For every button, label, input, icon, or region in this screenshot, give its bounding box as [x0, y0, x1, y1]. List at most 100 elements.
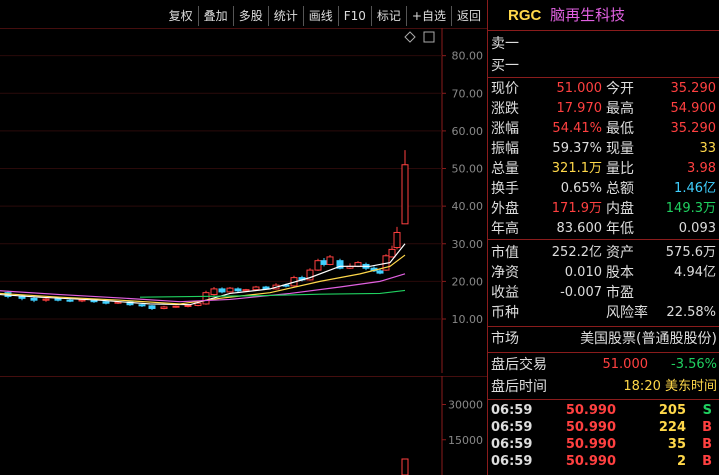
candle	[202, 292, 210, 305]
tick-price: 50.990	[565, 420, 616, 435]
metric-value	[658, 283, 718, 303]
metric-value: 575.6万	[665, 245, 716, 260]
toolbar-button[interactable]: 标记	[370, 6, 406, 26]
tick-volume: 2	[676, 454, 686, 469]
metric-value: 22.58%	[666, 305, 716, 320]
quote-row: 总量 321.1万 量比 3.98	[488, 159, 719, 179]
after-hours-trade-label: 盘后交易	[491, 357, 547, 373]
fundamentals-row: 净资 0.010 股本 4.94亿	[488, 263, 719, 283]
quote-label: 换手	[491, 181, 519, 197]
after-hours-trade-row: 盘后交易 51.000 -3.56%	[488, 354, 719, 376]
metric-label: 市值	[491, 245, 519, 261]
quote-value: 149.3万	[665, 201, 716, 216]
quote-value: 33	[699, 141, 716, 156]
quote-value: 59.37%	[552, 141, 602, 156]
metric-value: 252.2亿	[551, 245, 602, 260]
toolbar-button[interactable]: 统计	[267, 6, 303, 26]
quote-label: 现量	[606, 141, 634, 157]
toolbar-button[interactable]: F10	[337, 6, 371, 26]
orderbook-sell1: 卖一	[491, 36, 519, 52]
tick-row: 06:59 50.990 224 B	[488, 419, 719, 436]
tick-time: 06:59	[491, 420, 533, 435]
tick-row: 06:59 50.990 205 S	[488, 402, 719, 419]
metric-label: 资产	[606, 245, 634, 261]
price-axis-label: 40.00	[452, 200, 484, 213]
price-axis-label: 50.00	[452, 163, 484, 176]
quote-label: 总额	[606, 181, 634, 197]
metric-value: 0.010	[564, 265, 602, 280]
quote-value: 54.900	[670, 101, 717, 116]
chart-toolbar: 复权 叠加 多股 统计 画线 F10 标记 +自选 返回	[0, 6, 486, 26]
tick-side: B	[702, 437, 712, 452]
toolbar-button[interactable]: +自选	[405, 6, 451, 26]
chart-area[interactable]: 80.00 70.00 60.00 50.00 40.00 30.00 20.00 10.00…	[0, 28, 487, 475]
tick-price: 50.990	[565, 454, 616, 469]
price-axis-label: 80.00	[452, 50, 484, 63]
candle	[226, 287, 234, 293]
price-axis-label: 70.00	[452, 87, 484, 100]
quote-value: 35.290	[670, 81, 717, 96]
quote-row: 涨幅 54.41% 最低 35.290	[488, 119, 719, 139]
quote-label: 年低	[606, 221, 634, 237]
candle	[393, 231, 401, 249]
stock-code: RGC	[508, 7, 542, 24]
toolbar-button[interactable]: 叠加	[197, 6, 233, 26]
metric-label: 币种	[491, 305, 519, 321]
quote-row: 涨跌 17.970 最高 54.900	[488, 99, 719, 119]
quote-row: 换手 0.65% 总额 1.46亿	[488, 179, 719, 199]
metric-label: 市盈	[606, 285, 634, 301]
candle	[138, 304, 146, 307]
metric-value	[540, 303, 602, 323]
toolbar-button[interactable]: 多股	[232, 6, 268, 26]
quote-label: 年高	[491, 221, 519, 237]
ma60-line	[139, 289, 406, 298]
tick-list[interactable]: 06:59 50.990 205 S 06:59 50.990 224 B 06:59 50.99…	[488, 400, 719, 470]
toolbar-button[interactable]: 返回	[450, 6, 486, 26]
quote-label: 今开	[606, 81, 634, 97]
after-hours-time-label: 盘后时间	[491, 379, 547, 395]
quote-label: 振幅	[491, 141, 519, 157]
tick-time: 06:59	[491, 437, 533, 452]
quote-value: 171.9万	[551, 201, 602, 216]
volume-chart[interactable]: 30000 15000	[0, 376, 487, 475]
candle	[234, 288, 242, 292]
quote-label: 最高	[606, 101, 634, 117]
market-row: 市场 美国股票(普通股股份)	[488, 327, 719, 352]
volume-axis-label: 30000	[448, 399, 483, 412]
tick-price: 50.990	[565, 403, 616, 418]
toolbar-button[interactable]: 画线	[302, 6, 338, 26]
quote-label: 总量	[491, 161, 519, 177]
quote-value: 3.98	[687, 161, 716, 176]
quote-value: 1.46亿	[674, 181, 716, 196]
quote-value: 51.000	[556, 81, 603, 96]
fundamentals-row: 收益 -0.007 市盈	[488, 283, 719, 303]
price-axis-label: 10.00	[452, 313, 484, 326]
candle	[42, 298, 50, 301]
market-value: 美国股票(普通股股份)	[580, 331, 717, 347]
tick-time: 06:59	[491, 454, 533, 469]
quote-table: 现价 51.000 今开 35.290 涨跌 17.970 最高 54.900 涨幅 54.41%…	[488, 78, 719, 239]
candle	[326, 256, 334, 265]
metric-label: 净资	[491, 265, 519, 281]
tick-row: 06:59 50.990 35 B	[488, 436, 719, 453]
after-hours-time: 18:20 美东时间	[623, 379, 717, 394]
candle	[54, 298, 62, 301]
quote-row: 振幅 59.37% 现量 33	[488, 139, 719, 159]
candle	[314, 260, 322, 271]
candle	[252, 286, 260, 291]
quote-value: 83.600	[556, 221, 603, 236]
diamond-icon[interactable]	[404, 31, 416, 43]
toolbar-button[interactable]: 复权	[164, 6, 198, 26]
tick-row: 06:59 50.990 2 B	[488, 453, 719, 470]
volume-axis-label: 15000	[448, 434, 483, 447]
square-icon[interactable]	[423, 31, 435, 43]
price-chart[interactable]: 80.00 70.00 60.00 50.00 40.00 30.00 20.00 10.00	[0, 28, 487, 373]
tick-volume: 224	[658, 420, 686, 435]
fundamentals-row: 币种 风险率 22.58%	[488, 303, 719, 323]
candle	[401, 164, 409, 225]
candle	[160, 306, 168, 309]
quote-row: 现价 51.000 今开 35.290	[488, 79, 719, 99]
tick-side: B	[702, 454, 712, 469]
orderbook-buy1: 买一	[491, 58, 519, 74]
tick-price: 50.990	[565, 437, 616, 452]
